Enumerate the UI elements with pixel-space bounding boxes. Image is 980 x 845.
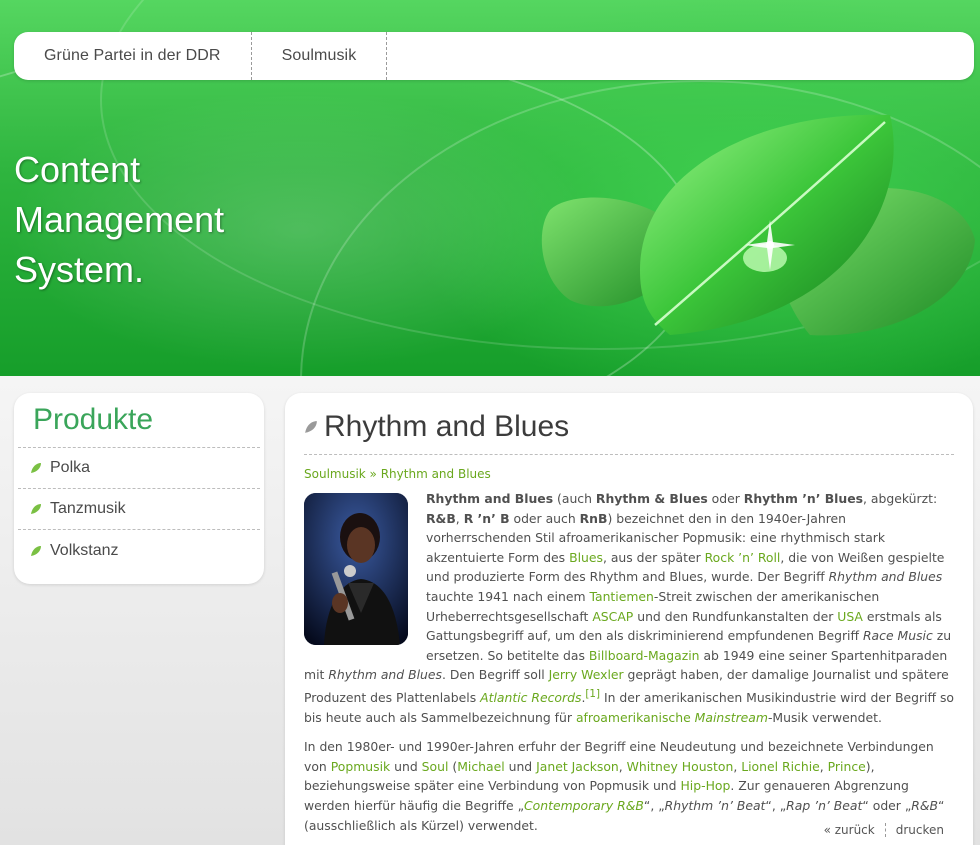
- leaf-icon: [31, 504, 41, 514]
- text: . Den Begriff soll: [441, 667, 549, 683]
- text-bold: Rhythm & Blues: [595, 491, 708, 506]
- sidebar-products: Produkte Polka Tanzmusik Volkstanz: [14, 393, 264, 584]
- top-navigation: Grüne Partei in der DDR Soulmusik: [14, 32, 974, 80]
- link-afroamerikanische[interactable]: afroamerikanische: [576, 710, 691, 725]
- text-italic: Rhythm and Blues: [828, 569, 943, 585]
- text-italic: Rhythm and Blues: [328, 667, 442, 683]
- text: oder auch: [509, 510, 580, 526]
- header-banner: Grüne Partei in der DDR Soulmusik Conten…: [0, 0, 980, 376]
- site-title: Content Management System.: [14, 145, 224, 295]
- text: (auch: [553, 491, 596, 506]
- link-divider: [884, 823, 886, 837]
- sidebar-item-label: Polka: [50, 459, 91, 476]
- sidebar-item-label: Volkstanz: [50, 541, 119, 559]
- leaf-icon: [305, 420, 317, 433]
- text-bold: R ’n’ B: [463, 510, 510, 526]
- link-lionel-richie[interactable]: Lionel Richie: [741, 759, 820, 774]
- text: “, „: [643, 798, 665, 814]
- sidebar-item-label: Tanzmusik: [50, 500, 126, 517]
- text: “ oder „: [862, 798, 912, 814]
- nav-item-soulmusik[interactable]: Soulmusik: [252, 32, 388, 80]
- article-paragraph-2: In den 1980er- und 1990er-Jahren erfuhr …: [304, 737, 954, 835]
- page-title: Rhythm and Blues: [304, 405, 954, 455]
- site-title-line: System.: [14, 249, 145, 290]
- link-billboard[interactable]: Billboard-Magazin: [589, 648, 700, 663]
- article-body: Rhythm and Blues (auch Rhythm & Blues od…: [304, 489, 954, 835]
- text: -Musik verwendet.: [767, 709, 882, 725]
- text-bold: Rhythm ’n’ Blues: [743, 491, 864, 506]
- text-italic: Rap ’n’ Beat: [786, 798, 863, 814]
- site-title-line: Content: [14, 149, 141, 190]
- text-bold: R&B: [426, 510, 456, 526]
- singer-image: [304, 493, 408, 645]
- leaf-icon: [31, 463, 41, 473]
- link-popmusik[interactable]: Popmusik: [331, 759, 390, 774]
- text: ,: [618, 758, 627, 774]
- print-link[interactable]: drucken: [896, 823, 944, 837]
- text-italic: R&B: [911, 798, 939, 814]
- text-italic: Race Music: [862, 628, 933, 644]
- link-soul[interactable]: Soul: [422, 759, 449, 774]
- link-hip-hop[interactable]: Hip-Hop: [680, 778, 730, 793]
- link-whitney-houston[interactable]: Whitney Houston: [627, 759, 734, 774]
- breadcrumb-separator: »: [365, 467, 381, 481]
- site-title-line: Management: [14, 199, 225, 240]
- link-mainstream[interactable]: Mainstream: [695, 710, 768, 725]
- link-contemporary-rnb[interactable]: Contemporary R&B: [524, 798, 644, 813]
- breadcrumb-link-soulmusik[interactable]: Soulmusik: [304, 467, 366, 481]
- leaf-icon: [31, 545, 41, 556]
- sidebar-item-polka[interactable]: Polka: [18, 448, 260, 489]
- sidebar-item-tanzmusik[interactable]: Tanzmusik: [18, 489, 260, 530]
- link-janet-jackson[interactable]: Janet Jackson: [536, 759, 619, 774]
- text: ,: [819, 758, 828, 774]
- link-prince[interactable]: Prince: [828, 759, 866, 774]
- text: oder: [707, 491, 744, 506]
- back-link[interactable]: « zurück: [824, 823, 875, 837]
- link-michael[interactable]: Michael: [457, 759, 504, 774]
- text: und: [504, 758, 537, 774]
- link-usa[interactable]: USA: [837, 609, 863, 624]
- breadcrumb: Soulmusik » Rhythm and Blues: [304, 467, 954, 485]
- sidebar-item-volkstanz[interactable]: Volkstanz: [18, 530, 260, 571]
- text-bold: RnB: [579, 510, 608, 526]
- artist-photo: [304, 493, 408, 645]
- text: und: [390, 758, 422, 774]
- text: ,: [455, 510, 464, 526]
- page-title-text: Rhythm and Blues: [324, 409, 570, 443]
- text: (: [448, 758, 458, 774]
- link-atlantic-records[interactable]: Atlantic Records: [480, 690, 581, 705]
- sidebar-title: Produkte: [18, 403, 260, 448]
- breadcrumb-current[interactable]: Rhythm and Blues: [381, 467, 491, 481]
- link-blues[interactable]: Blues: [569, 550, 603, 565]
- text: , aus der später: [602, 549, 705, 565]
- text: tauchte 1941 nach einem: [426, 588, 590, 604]
- link-jerry-wexler[interactable]: Jerry Wexler: [549, 667, 624, 682]
- link-tantiemen[interactable]: Tantiemen: [589, 589, 653, 604]
- main-content: Rhythm and Blues Soulmusik » Rhythm and …: [285, 393, 973, 845]
- text: , abgekürzt:: [863, 491, 938, 506]
- link-rock-n-roll[interactable]: Rock ’n’ Roll: [705, 550, 781, 565]
- text: und den Rundfunkanstalten der: [633, 608, 838, 624]
- text-italic: Rhythm ’n’ Beat: [664, 798, 766, 814]
- footnote-link[interactable]: [1]: [585, 688, 600, 700]
- text: “, „: [765, 798, 787, 814]
- text-bold: Rhythm and Blues: [426, 491, 554, 506]
- leaves-illustration: [541, 114, 975, 336]
- nav-item-gruene-partei[interactable]: Grüne Partei in der DDR: [14, 32, 252, 80]
- bottom-links: « zurück drucken: [824, 823, 944, 837]
- link-ascap[interactable]: ASCAP: [592, 609, 633, 624]
